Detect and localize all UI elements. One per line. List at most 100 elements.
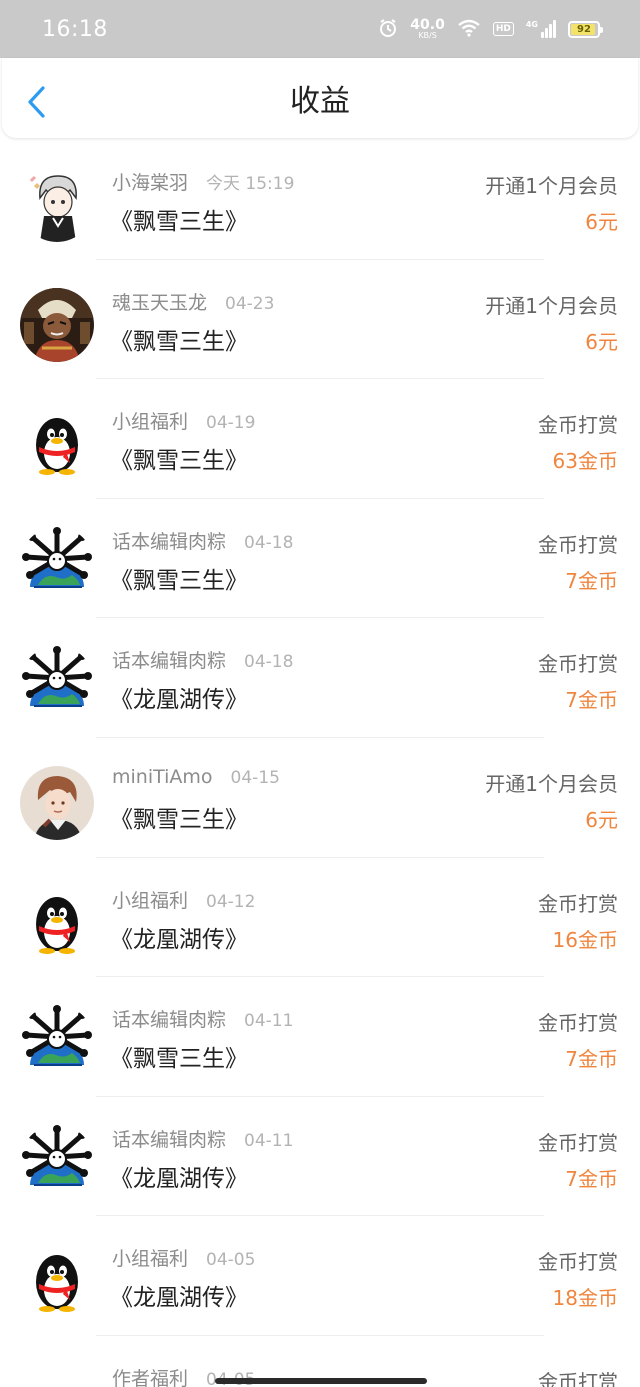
back-button[interactable]	[22, 84, 50, 120]
earning-amount: 63金币	[552, 449, 618, 474]
chevron-left-icon	[28, 86, 45, 118]
book-title: 《龙凰湖传》	[110, 926, 248, 953]
sender-name: 小组福利	[112, 411, 189, 434]
anime-boy-avatar[interactable]	[20, 168, 94, 242]
sender-name: 小海棠羽	[112, 172, 189, 194]
date: 04-05	[206, 1250, 256, 1271]
earning-row[interactable]: 小组福利 04-19 《飘雪三生》 金币打赏 63金币	[0, 379, 640, 499]
earning-row[interactable]: 话本编辑肉粽 04-11 《飘雪三生》 金币打赏 7金币	[0, 977, 640, 1097]
earning-type: 开通1个月会员	[485, 293, 618, 318]
date: 04-18	[244, 652, 294, 673]
net-speed-unit: KB/S	[418, 31, 437, 40]
meta-line: 话本编辑肉粽 04-11	[112, 1125, 293, 1152]
warrior-avatar[interactable]	[20, 287, 94, 362]
sender-name: miniTiAmo	[112, 765, 213, 788]
status-bar: 16:18 40.0 KB/S HD 4G 92	[0, 0, 640, 58]
book-title: 《龙凰湖传》	[110, 687, 248, 714]
earning-row[interactable]: 话本编辑肉粽 04-18 《飘雪三生》 金币打赏 7金币	[0, 499, 640, 619]
earning-amount: 7金币	[565, 688, 618, 713]
sender-name: 话本编辑肉粽	[112, 1128, 227, 1151]
sender-name: 话本编辑肉粽	[112, 650, 227, 673]
book-title: 《飘雪三生》	[110, 567, 248, 594]
status-icons: 40.0 KB/S HD 4G 92	[378, 18, 603, 41]
meta-line: 小海棠羽 今天 15:19	[112, 168, 294, 195]
meta-line: 小组福利 04-19	[112, 407, 255, 434]
net-speed-value: 40.0	[410, 17, 445, 33]
meta-line: miniTiAmo 04-15	[112, 766, 280, 788]
earning-amount: 6元	[585, 210, 618, 234]
status-time: 16:18	[42, 16, 108, 42]
header: 收益	[2, 58, 638, 138]
earning-row[interactable]: 话本编辑肉粽 04-18 《龙凰湖传》 金币打赏 7金币	[0, 618, 640, 738]
date: 04-11	[244, 1011, 294, 1032]
earning-amount: 7金币	[565, 1047, 618, 1072]
earning-amount: 16金币	[552, 927, 618, 952]
book-title: 《飘雪三生》	[110, 448, 248, 475]
alarm-icon	[378, 18, 398, 41]
penguin-avatar[interactable]	[20, 407, 94, 482]
globe-bones-avatar[interactable]	[20, 646, 94, 721]
penguin-avatar[interactable]	[20, 885, 94, 960]
home-indicator[interactable]	[215, 1378, 427, 1384]
date: 今天 15:19	[206, 174, 295, 194]
earning-row[interactable]: 小组福利 04-12 《龙凰湖传》 金币打赏 16金币	[0, 858, 640, 978]
battery-level: 92	[577, 23, 591, 35]
earning-row[interactable]: 小组福利 04-05 《龙凰湖传》 金币打赏 18金币	[0, 1216, 640, 1336]
earning-type: 金币打赏	[538, 652, 618, 677]
meta-line: 话本编辑肉粽 04-18	[112, 646, 293, 673]
earning-amount: 18金币	[552, 1286, 618, 1311]
date: 04-23	[225, 293, 275, 314]
network-type: 4G	[525, 20, 538, 29]
earning-type: 金币打赏	[538, 1250, 618, 1275]
date: 04-18	[244, 532, 294, 553]
author-avatar[interactable]	[20, 1363, 94, 1387]
earning-row[interactable]: miniTiAmo 04-15 《飘雪三生》 开通1个月会员 6元	[0, 738, 640, 858]
penguin-avatar[interactable]	[20, 1244, 94, 1319]
page-title: 收益	[290, 84, 350, 119]
book-title: 《龙凰湖传》	[110, 1165, 248, 1192]
earning-row[interactable]: 小海棠羽 今天 15:19 《飘雪三生》 开通1个月会员 6元	[0, 140, 640, 260]
wifi-icon	[457, 19, 481, 40]
book-title: 《飘雪三生》	[110, 209, 248, 235]
sender-name: 作者福利	[112, 1367, 189, 1387]
earning-amount: 7金币	[565, 1166, 618, 1191]
earning-amount: 6元	[585, 807, 618, 832]
book-title: 《飘雪三生》	[110, 806, 248, 833]
earning-type: 开通1个月会员	[485, 771, 618, 796]
sender-name: 魂玉天玉龙	[112, 291, 208, 314]
date: 04-19	[206, 413, 256, 434]
sender-name: 话本编辑肉粽	[112, 1009, 227, 1032]
earnings-list: 小海棠羽 今天 15:19 《飘雪三生》 开通1个月会员 6元 魂玉天玉龙 04…	[0, 140, 640, 1387]
earning-type: 金币打赏	[538, 1130, 618, 1155]
sender-name: 小组福利	[112, 1248, 189, 1271]
meta-line: 魂玉天玉龙 04-23	[112, 288, 274, 315]
earning-type: 金币打赏	[538, 413, 618, 438]
meta-line: 话本编辑肉粽 04-18	[112, 527, 293, 554]
sender-name: 小组福利	[112, 889, 189, 912]
date: 04-11	[244, 1130, 294, 1151]
earning-type: 开通1个月会员	[485, 174, 618, 198]
sender-name: 话本编辑肉粽	[112, 530, 227, 553]
earning-amount: 6元	[585, 329, 618, 354]
hd-badge: HD	[492, 22, 514, 36]
earning-type: 金币打赏	[538, 532, 618, 557]
earning-type: 金币打赏	[538, 1011, 618, 1036]
book-title: 《飘雪三生》	[110, 328, 248, 355]
signal-icon: 4G	[526, 20, 556, 38]
net-speed: 40.0 KB/S	[410, 18, 445, 40]
globe-bones-avatar[interactable]	[20, 1005, 94, 1080]
earning-row[interactable]: 话本编辑肉粽 04-11 《龙凰湖传》 金币打赏 7金币	[0, 1097, 640, 1217]
meta-line: 话本编辑肉粽 04-11	[112, 1005, 293, 1032]
battery-icon: 92	[568, 20, 603, 38]
earning-type: 金币打赏	[538, 891, 618, 916]
book-title: 《飘雪三生》	[110, 1046, 248, 1073]
earning-row[interactable]: 魂玉天玉龙 04-23 《飘雪三生》 开通1个月会员 6元	[0, 260, 640, 380]
date: 04-15	[230, 767, 280, 788]
earning-type: 金币打赏	[538, 1369, 618, 1387]
book-title: 《龙凰湖传》	[110, 1285, 248, 1312]
globe-bones-avatar[interactable]	[20, 526, 94, 601]
anime-man-avatar[interactable]	[20, 765, 94, 840]
date: 04-12	[206, 891, 256, 912]
globe-bones-avatar[interactable]	[20, 1124, 94, 1199]
meta-line: 小组福利 04-05	[112, 1244, 255, 1271]
